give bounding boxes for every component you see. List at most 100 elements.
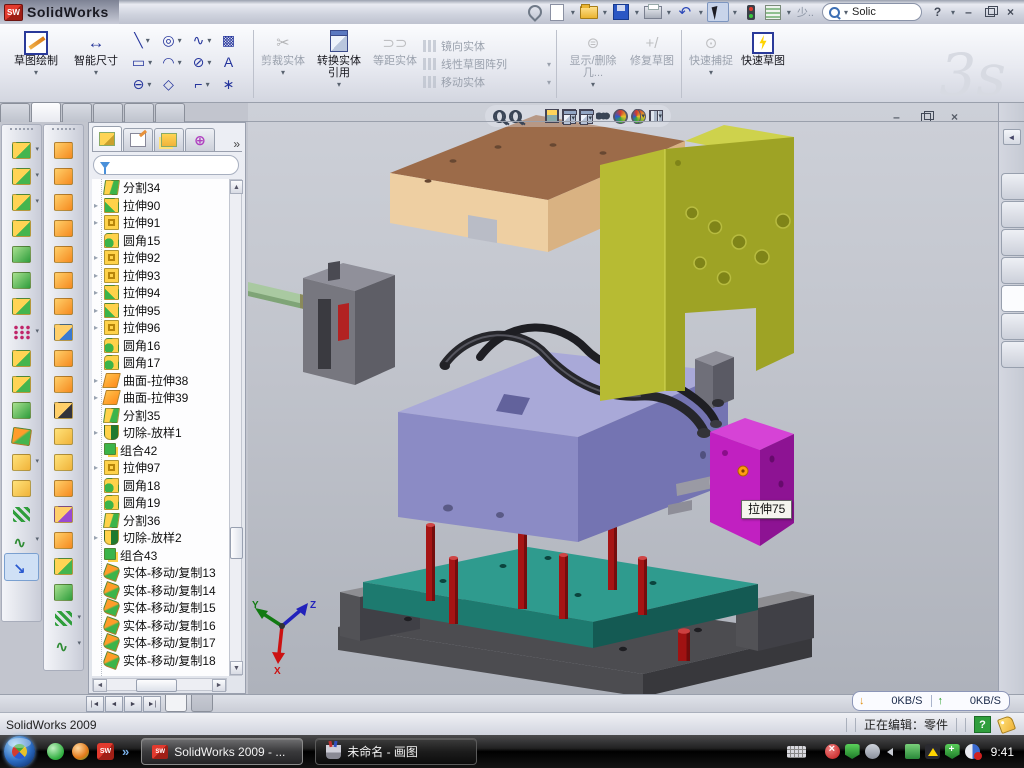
point-tool-icon[interactable]: ∗: [218, 77, 248, 91]
doc-close-button[interactable]: ×: [945, 109, 964, 125]
tree-item[interactable]: ▸ 拉伸90: [92, 197, 242, 215]
delete-body-icon[interactable]: [5, 449, 38, 475]
fillet-icon[interactable]: [5, 189, 38, 215]
polygon-tool-icon[interactable]: ◇: [158, 77, 188, 91]
tree-horizontal-scrollbar[interactable]: ◄ ►: [92, 678, 227, 691]
ribbon-tab[interactable]: [155, 103, 185, 122]
select-button[interactable]: [707, 2, 729, 22]
swept-surface-icon[interactable]: [47, 163, 80, 189]
first-tab-button[interactable]: |◄: [86, 696, 104, 712]
close-button[interactable]: ×: [1001, 4, 1020, 20]
chevron-down-icon[interactable]: ▾: [204, 80, 212, 89]
chevron-down-icon[interactable]: ▾: [205, 36, 213, 45]
ribbon-tab[interactable]: [0, 103, 30, 122]
expand-arrow-icon[interactable]: ▸: [94, 288, 104, 297]
ribbon-tab[interactable]: [31, 102, 61, 122]
boundary-surface-icon[interactable]: [47, 215, 80, 241]
minimize-button[interactable]: –: [959, 4, 978, 20]
messenger-icon[interactable]: [47, 743, 64, 760]
tree-item[interactable]: ▸ 曲面-拉伸38: [92, 372, 242, 390]
quick-tips-button[interactable]: ?: [974, 716, 991, 733]
tree-item[interactable]: ▸ 组合42: [92, 442, 242, 460]
tree-item[interactable]: ▸ 分割36: [92, 512, 242, 530]
taskbar-button-solidworks[interactable]: SW SolidWorks 2009 - ...: [141, 738, 303, 765]
quick-launch-app-icon[interactable]: [72, 743, 89, 760]
restore-button[interactable]: [980, 4, 999, 20]
revolved-surface-icon[interactable]: [47, 137, 80, 163]
expand-arrow-icon[interactable]: ▸: [94, 253, 104, 262]
ribbon-tab[interactable]: [93, 103, 123, 122]
tree-item[interactable]: ▸ 分割34: [92, 179, 242, 197]
help-button[interactable]: ?: [928, 4, 947, 20]
linear-pattern-icon[interactable]: [5, 319, 38, 345]
undo-button[interactable]: ↶: [675, 3, 695, 21]
filled-surface-icon[interactable]: [47, 241, 80, 267]
replace-face-icon[interactable]: [47, 475, 80, 501]
insert-part-icon[interactable]: [5, 475, 38, 501]
combine-feature-icon[interactable]: [5, 397, 38, 423]
rectangle-tool-icon[interactable]: ▭ ▾: [128, 55, 158, 69]
expand-arrow-icon[interactable]: ▸: [94, 428, 104, 437]
trim-surface-icon[interactable]: [47, 371, 80, 397]
slot-tool-icon[interactable]: ⊖ ▾: [128, 77, 158, 91]
chamfer-icon[interactable]: [5, 215, 38, 241]
task-pane-collapse-button[interactable]: ◄: [1003, 129, 1021, 145]
sketch-button[interactable]: 草图绘制▾: [7, 27, 65, 101]
trim-entities-button[interactable]: ✂ 剪裁实体▾: [258, 27, 308, 101]
tree-item[interactable]: ▸ 组合43: [92, 547, 242, 565]
chevron-down-icon[interactable]: ▾: [176, 36, 184, 45]
ribbon-tab[interactable]: [62, 103, 92, 122]
next-tab-button[interactable]: ►: [124, 696, 142, 712]
quick-launch-overflow-icon[interactable]: »: [122, 744, 129, 759]
tree-item[interactable]: ▸ 拉伸96: [92, 319, 242, 337]
tree-item[interactable]: ▸ 实体-移动/复制14: [92, 582, 242, 600]
panel-overflow-button[interactable]: »: [233, 137, 242, 151]
untrim-surface-icon[interactable]: [47, 397, 80, 423]
tree-item[interactable]: ▸ 实体-移动/复制16: [92, 617, 242, 635]
design-library-tab[interactable]: [1001, 201, 1024, 228]
expand-arrow-icon[interactable]: ▸: [94, 218, 104, 227]
circle-tool-icon[interactable]: ◎ ▾: [158, 33, 188, 47]
ribbon-tab[interactable]: [124, 103, 154, 122]
volume-icon[interactable]: [885, 744, 900, 759]
expand-arrow-icon[interactable]: ▸: [94, 323, 104, 332]
knit-surface-icon[interactable]: [47, 345, 80, 371]
dome-icon[interactable]: [47, 579, 80, 605]
tree-item[interactable]: ▸ 圆角18: [92, 477, 242, 495]
configurationmanager-tab[interactable]: [154, 128, 184, 151]
instant3d-icon[interactable]: [4, 553, 39, 581]
chevron-down-icon[interactable]: ▾: [697, 8, 705, 17]
graphics-area[interactable]: ▾ ▾ ▾ ▾ ▾ – × 拉伸75 Y Z: [248, 103, 998, 694]
3d-model[interactable]: [248, 103, 998, 694]
tree-item[interactable]: ▸ 切除-放样2: [92, 529, 242, 547]
surface-fillet-icon[interactable]: [47, 553, 80, 579]
save-button[interactable]: [611, 3, 631, 21]
mirror-feature-icon[interactable]: [5, 345, 38, 371]
tree-item[interactable]: ▸ 拉伸97: [92, 459, 242, 477]
chevron-down-icon[interactable]: ▾: [633, 8, 641, 17]
repair-sketch-button[interactable]: +/ 修复草图: [627, 27, 677, 101]
tree-item[interactable]: ▸ 圆角19: [92, 494, 242, 512]
extend-surface-icon[interactable]: [47, 319, 80, 345]
spline-tool-icon[interactable]: ∿ ▾: [188, 33, 218, 47]
draft-icon[interactable]: [5, 267, 38, 293]
convert-entities-button[interactable]: 转换实体引用▾: [310, 27, 368, 101]
open-button[interactable]: [579, 3, 599, 21]
tree-item[interactable]: ▸ 圆角15: [92, 232, 242, 250]
line-tool-icon[interactable]: ╲ ▾: [128, 33, 158, 47]
mirror-entities-button[interactable]: 镜向实体: [423, 38, 551, 54]
linear-sketch-pattern-button[interactable]: 线性草图阵列▾: [423, 56, 551, 72]
chevron-down-icon[interactable]: ▾: [144, 36, 152, 45]
document-tab[interactable]: [191, 695, 213, 712]
chevron-down-icon[interactable]: ▾: [785, 8, 793, 17]
rebuild-button[interactable]: [741, 3, 761, 21]
expand-arrow-icon[interactable]: ▸: [94, 463, 104, 472]
reference-geometry-icon[interactable]: [5, 501, 38, 527]
rapid-sketch-button[interactable]: 快速草图: [738, 27, 788, 101]
chevron-down-icon[interactable]: ▾: [205, 58, 213, 67]
update-status-icon[interactable]: [865, 744, 880, 759]
sketch-text-tool-icon[interactable]: A: [218, 55, 248, 69]
search-input[interactable]: ▾ Solic: [822, 3, 922, 21]
smart-dimension-button[interactable]: ↔ 智能尺寸▾: [67, 27, 125, 101]
tree-item[interactable]: ▸ 曲面-拉伸39: [92, 389, 242, 407]
